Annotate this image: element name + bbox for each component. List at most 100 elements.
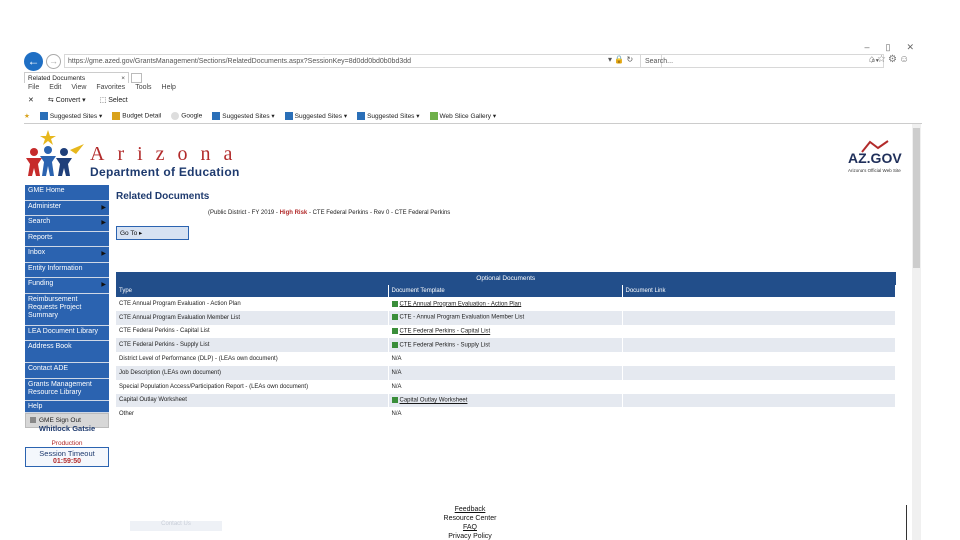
goto-dropdown[interactable]: Go To ▸ (116, 226, 189, 240)
favorites-bar: ★ Suggested Sites ▾ Budget Detail Google… (24, 110, 922, 122)
convert-button[interactable]: ⇆ Convert ▾ (48, 96, 86, 104)
sidebar-item-resource-library[interactable]: Grants Management Resource Library (25, 378, 109, 401)
cell-link (622, 379, 896, 394)
scrollbar-thumb[interactable] (913, 128, 920, 268)
url-input[interactable]: https://gme.azed.gov/GrantsManagement/Se… (64, 54, 662, 68)
template-link[interactable]: CTE Federal Perkins - Supply List (400, 343, 490, 349)
suggested-sites-icon (39, 112, 48, 121)
close-tab-icon[interactable]: × (121, 75, 125, 82)
sidebar-item-lea-document-library[interactable]: LEA Document Library (25, 325, 109, 341)
fav-budget-detail[interactable]: Budget Detail (112, 112, 161, 120)
fav-google[interactable]: Google (171, 112, 202, 120)
menu-file[interactable]: File (28, 84, 39, 91)
menu-edit[interactable]: Edit (49, 84, 61, 91)
tab-label: Related Documents (28, 74, 86, 82)
ade-logo[interactable]: Arizona Department of Education (24, 128, 264, 184)
home-icon[interactable]: ⌂ (869, 54, 877, 65)
sidebar-item-gme-home[interactable]: GME Home (25, 185, 109, 201)
suggested-sites-icon (284, 112, 293, 121)
fav-web-slice-gallery[interactable]: Web Slice Gallery ▾ (429, 112, 496, 121)
footer-faq[interactable]: FAQ (420, 523, 520, 532)
azgov-tagline: Arizona's Official Web Site (848, 168, 901, 173)
sidebar-item-funding[interactable]: Funding ▶ (25, 278, 109, 294)
dropdown-chevron-icon[interactable]: ▾ (608, 55, 612, 64)
new-tab-button[interactable] (131, 73, 142, 83)
org-subtitle: Department of Education (90, 165, 240, 179)
table-row: District Level of Performance (DLP) - (L… (116, 352, 896, 366)
table-caption: Optional Documents (116, 272, 896, 285)
template-link: N/A (391, 369, 402, 376)
sidebar-item-address-book[interactable]: Address Book (25, 341, 109, 363)
cell-type: District Level of Performance (DLP) - (L… (116, 352, 389, 366)
table-row: Capital Outlay Worksheet Capital Outlay W… (116, 393, 896, 408)
document-icon (391, 397, 398, 404)
cell-type: Special Population Access/Participation … (116, 379, 389, 394)
smiley-icon[interactable]: ☺ (899, 54, 911, 65)
template-link[interactable]: CTE Annual Program Evaluation - Action P… (400, 301, 522, 307)
template-link[interactable]: CTE Federal Perkins - Capital List (400, 329, 491, 335)
cell-template[interactable]: CTE Federal Perkins - Capital List (388, 324, 623, 339)
menu-help[interactable]: Help (162, 84, 176, 91)
user-name: Whitlock Gatsie (38, 424, 96, 433)
close-x-icon[interactable]: ✕ (28, 96, 34, 104)
google-icon (171, 112, 180, 120)
risk-badge: High Risk (279, 210, 308, 216)
cell-template[interactable]: CTE Annual Program Evaluation - Action P… (388, 297, 623, 311)
footer-privacy-policy[interactable]: Privacy Policy (420, 532, 520, 540)
search-input[interactable]: Search... ⌕▾ (640, 54, 884, 68)
sidebar-item-administer[interactable]: Administer ▶ (25, 200, 109, 216)
menu-view[interactable]: View (71, 84, 86, 91)
optional-documents-table: Optional Documents Type Document Templat… (116, 272, 896, 422)
template-link: N/A (391, 411, 402, 418)
fav-suggested-sites-2[interactable]: Suggested Sites ▾ (212, 112, 275, 121)
table-row: Special Population Access/Participation … (116, 379, 896, 394)
cell-template[interactable]: Capital Outlay Worksheet (388, 393, 623, 408)
cell-template[interactable]: CTE - Annual Program Evaluation Member L… (388, 310, 623, 325)
cell-link (622, 324, 896, 339)
cell-template[interactable]: CTE Federal Perkins - Supply List (388, 338, 623, 353)
tab-related-documents[interactable]: Related Documents × (24, 72, 129, 83)
suggested-sites-icon (357, 112, 366, 121)
table-row: Other N/A (116, 407, 896, 422)
cell-link (622, 338, 896, 353)
menu-favorites[interactable]: Favorites (96, 84, 125, 91)
favorites-star-icon[interactable]: ★ (24, 112, 30, 120)
cell-link (622, 352, 896, 366)
template-link[interactable]: Capital Outlay Worksheet (400, 398, 468, 404)
select-button[interactable]: ⬚ Select (100, 96, 128, 104)
forward-arrow-icon[interactable]: → (46, 54, 61, 69)
menu-bar: File Edit View Favorites Tools Help (28, 84, 176, 91)
refresh-icon[interactable]: ↻ (626, 55, 633, 64)
sidebar-item-reimbursement[interactable]: Reimbursement Requests Project Summary (25, 293, 109, 326)
template-link: N/A (391, 356, 402, 363)
fav-suggested-sites-4[interactable]: Suggested Sites ▾ (357, 112, 420, 121)
template-link: N/A (391, 383, 402, 390)
fav-suggested-sites-3[interactable]: Suggested Sites ▾ (284, 112, 347, 121)
session-timeout: Session Timeout 01:59:50 (25, 447, 109, 467)
footer-resource-center[interactable]: Resource Center (420, 514, 520, 523)
menu-tools[interactable]: Tools (135, 84, 151, 91)
cell-template: N/A (388, 352, 623, 366)
sidebar-item-inbox[interactable]: Inbox ▶ (25, 247, 109, 263)
fav-suggested-sites-1[interactable]: Suggested Sites ▾ (39, 112, 102, 121)
table-row: CTE Annual Program Evaluation - Action P… (116, 297, 896, 311)
table-row: Job Description (LEAs own document) N/A (116, 365, 896, 380)
settings-gear-icon[interactable]: ⚙ (888, 54, 899, 65)
footer-feedback[interactable]: Feedback (420, 505, 520, 514)
cell-type: Job Description (LEAs own document) (116, 365, 389, 380)
sidebar-item-entity-information[interactable]: Entity Information (25, 262, 109, 278)
favorites-star-icon[interactable]: ☆ (877, 54, 888, 65)
table-header: Type Document Template Document Link (116, 285, 896, 297)
suggested-sites-icon (212, 112, 221, 121)
sidebar-item-help[interactable]: Help (25, 400, 109, 413)
sidebar-item-contact-ade[interactable]: Contact ADE (25, 363, 109, 379)
sidebar-item-reports[interactable]: Reports (25, 231, 109, 247)
cell-type: Other (116, 407, 389, 422)
submenu-arrow-icon: ▶ (101, 220, 106, 226)
sidebar-item-search[interactable]: Search ▶ (25, 216, 109, 232)
footer-contact[interactable]: Contact Us (130, 521, 222, 531)
template-link[interactable]: CTE - Annual Program Evaluation Member L… (400, 315, 525, 321)
azgov-logo[interactable]: AZ.GOV Arizona's Official Web Site (842, 140, 910, 176)
document-icon (391, 300, 398, 307)
back-arrow-icon[interactable]: ← (24, 52, 43, 71)
